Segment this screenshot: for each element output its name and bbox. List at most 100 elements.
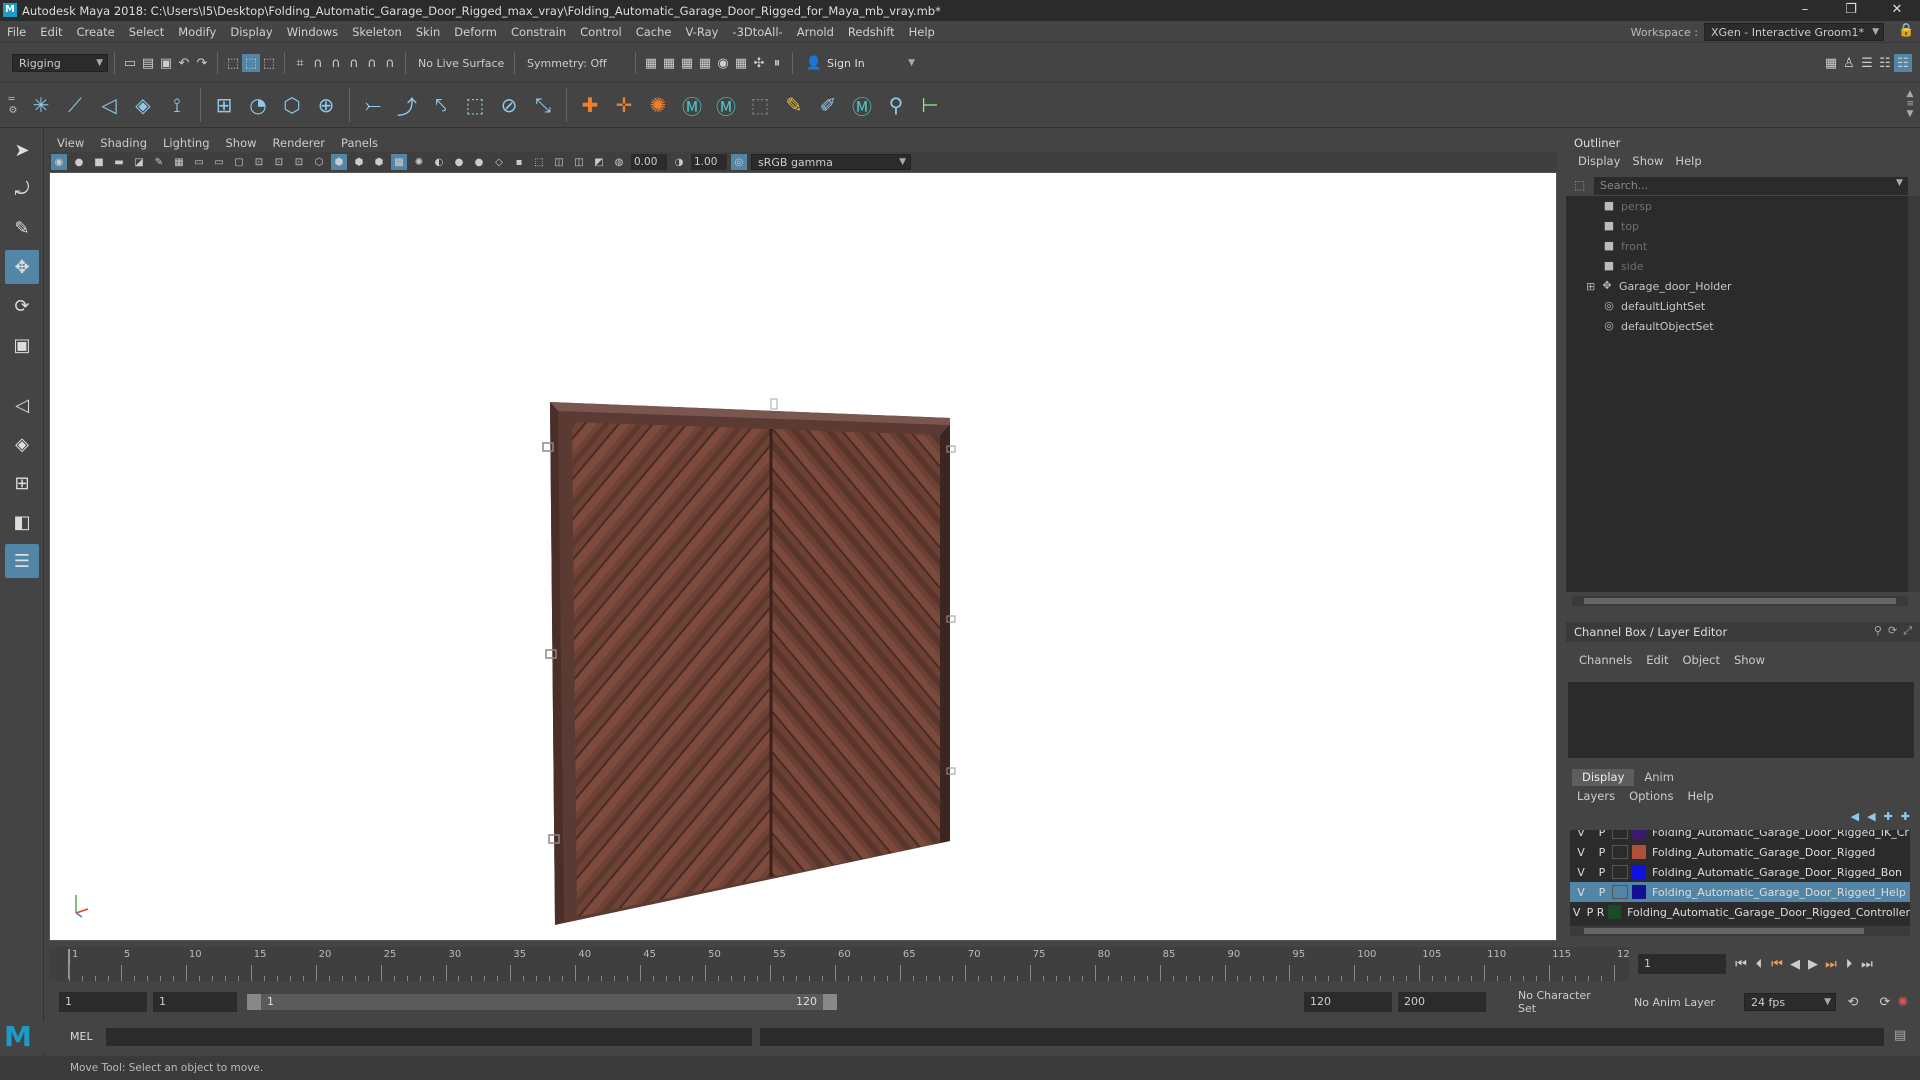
smooth-weights-icon[interactable]: ✐ <box>814 91 842 119</box>
expand-icon[interactable]: ⊞ <box>1586 280 1600 293</box>
render-settings-icon[interactable]: ▦ <box>696 54 714 72</box>
locator-joint-icon[interactable]: ✛ <box>610 91 638 119</box>
outliner-hscrollbar[interactable] <box>1572 596 1908 606</box>
channel-menu-channels[interactable]: Channels <box>1572 653 1639 667</box>
list-item[interactable]: ◎ defaultLightSet <box>1566 296 1908 316</box>
outliner-menu-display[interactable]: Display <box>1572 154 1626 168</box>
layer-menu-help[interactable]: Help <box>1680 789 1720 803</box>
script-editor-icon[interactable]: ▤ <box>1894 1028 1906 1043</box>
anim-start-field[interactable]: 1 <box>153 992 237 1012</box>
live-surface-field[interactable]: No Live Surface <box>412 54 508 72</box>
aim-constraint-icon[interactable]: ⊘ <box>495 91 523 119</box>
new-scene-icon[interactable]: ▭ <box>121 54 139 72</box>
image-plane-icon[interactable]: ▬ <box>111 154 127 170</box>
new-layer-selected-icon[interactable]: ✚ <box>1901 810 1910 823</box>
viewport-menu-view[interactable]: View <box>49 136 92 150</box>
cluster-icon[interactable]: ⊞ <box>210 91 238 119</box>
float-panel-icon[interactable]: ⤢ <box>1903 624 1912 638</box>
skeleton-icon[interactable]: ✺ <box>644 91 672 119</box>
layer-color-swatch[interactable] <box>1632 865 1646 879</box>
safe-action-icon[interactable]: ⊡ <box>271 154 287 170</box>
move-tool-icon[interactable]: ✥ <box>5 250 39 284</box>
tab-anim[interactable]: Anim <box>1634 769 1684 786</box>
lights-icon[interactable]: ✺ <box>411 154 427 170</box>
smooth-shade-icon[interactable]: ⬢ <box>331 154 347 170</box>
xray-icon[interactable]: ◫ <box>551 154 567 170</box>
menu-edit[interactable]: Edit <box>33 25 69 39</box>
menu-constrain[interactable]: Constrain <box>504 25 573 39</box>
grease-pencil-icon[interactable]: ✎ <box>151 154 167 170</box>
tab-display[interactable]: Display <box>1572 769 1635 786</box>
scale-constraint-icon[interactable]: ⬚ <box>461 91 489 119</box>
shadows-icon[interactable]: ◐ <box>431 154 447 170</box>
resolution-gate-icon[interactable]: ▭ <box>211 154 227 170</box>
outliner-search-input[interactable]: Search... <box>1594 177 1908 195</box>
channel-box-toggle-icon[interactable]: ☷ <box>1894 54 1912 72</box>
set-key-icon[interactable]: ⊢ <box>916 91 944 119</box>
menu-skin[interactable]: Skin <box>409 25 447 39</box>
list-item[interactable]: ⊞ ✥ Garage_door_Holder <box>1566 276 1908 296</box>
select-hierarchy-icon[interactable]: ⬚ <box>224 54 242 72</box>
ik-handle-icon[interactable]: ⟋ <box>61 91 89 119</box>
menu-file[interactable]: File <box>0 25 33 39</box>
snap-curve-icon[interactable]: ∩ <box>309 54 327 72</box>
two-view-icon[interactable]: ◧ <box>5 505 39 539</box>
chevron-down-icon[interactable]: ▼ <box>1896 178 1903 188</box>
list-item[interactable]: ■ side <box>1566 256 1908 276</box>
current-frame-field[interactable]: 1 <box>1638 954 1726 974</box>
hik-source-icon[interactable]: Ⓜ <box>848 91 876 119</box>
workspace-dropdown[interactable]: XGen - Interactive Groom1* ▼ <box>1704 23 1884 41</box>
quick-layout-icon[interactable]: ◈ <box>5 427 39 461</box>
ik-spline-icon[interactable]: ◁ <box>95 91 123 119</box>
gate-mask-icon[interactable]: ▢ <box>231 154 247 170</box>
gamma-icon[interactable]: ◑ <box>671 154 687 170</box>
default-material-icon[interactable]: ⬢ <box>351 154 367 170</box>
outliner-menu-show[interactable]: Show <box>1626 154 1669 168</box>
viewport-menu-panels[interactable]: Panels <box>333 136 386 150</box>
anti-aliasing-icon[interactable]: ◇ <box>491 154 507 170</box>
viewport-menu-renderer[interactable]: Renderer <box>265 136 334 150</box>
isolate-select-icon[interactable]: ⬚ <box>531 154 547 170</box>
step-forward-key-icon[interactable]: ⏭ <box>1822 955 1840 973</box>
sign-in-dropdown[interactable]: 👤 Sign In ▼ <box>805 53 919 73</box>
layer-hscrollbar[interactable] <box>1570 926 1910 936</box>
viewport-menu-shading[interactable]: Shading <box>92 136 155 150</box>
channel-box-icon[interactable]: ⚲ <box>1874 624 1882 638</box>
refresh-icon[interactable]: ⟳ <box>1888 624 1897 638</box>
list-item[interactable]: ◎ defaultObjectSet <box>1566 316 1908 336</box>
paint-select-icon[interactable]: ✎ <box>5 211 39 245</box>
joint-orient-icon[interactable]: ⟟ <box>163 91 191 119</box>
select-component-icon[interactable]: ⬚ <box>260 54 278 72</box>
hik-control-icon[interactable]: Ⓜ <box>712 91 740 119</box>
channel-menu-object[interactable]: Object <box>1676 653 1727 667</box>
snap-grid-icon[interactable]: ⌗ <box>291 54 309 72</box>
anim-end-field[interactable]: 200 <box>1398 992 1486 1012</box>
channel-menu-edit[interactable]: Edit <box>1639 653 1675 667</box>
locator-icon[interactable]: ✚ <box>576 91 604 119</box>
motion-blur-icon[interactable]: ● <box>471 154 487 170</box>
menu-control[interactable]: Control <box>573 25 629 39</box>
menu-redshift[interactable]: Redshift <box>841 25 902 39</box>
restore-button[interactable]: ❐ <box>1828 0 1874 21</box>
four-view-icon[interactable]: ⊞ <box>5 466 39 500</box>
textured-icon[interactable]: ▩ <box>391 154 407 170</box>
range-start-handle[interactable] <box>247 994 261 1010</box>
exposure-icon[interactable]: ◍ <box>611 154 627 170</box>
select-camera-icon[interactable]: ◉ <box>51 154 67 170</box>
select-object-icon[interactable]: ⬚ <box>242 54 260 72</box>
hik-character-icon[interactable]: Ⓜ <box>678 91 706 119</box>
ambient-occlusion-icon[interactable]: ● <box>451 154 467 170</box>
grid-icon[interactable]: ▦ <box>171 154 187 170</box>
orient-constraint-icon[interactable]: ⤣ <box>427 91 455 119</box>
auto-key-icon[interactable]: ⟳ <box>1876 993 1894 1011</box>
view-transform-dropdown[interactable]: sRGB gamma ▼ <box>751 154 911 170</box>
wireframe-on-shaded-icon[interactable]: ⬢ <box>371 154 387 170</box>
move-layer-up-icon[interactable]: ◀ <box>1851 810 1859 823</box>
time-slider[interactable]: 1 5 10 15 20 25 30 35 40 45 50 55 60 65 70 75 80 85 90 95 10… <box>49 947 1636 981</box>
modeling-toolkit-icon[interactable]: ▦ <box>1822 54 1840 72</box>
field-chart-icon[interactable]: ⊡ <box>251 154 267 170</box>
menu-vray[interactable]: V-Ray <box>678 25 725 39</box>
list-item[interactable]: ■ persp <box>1566 196 1908 216</box>
symmetry-dropdown[interactable]: Symmetry: Off <box>521 54 629 72</box>
rotate-tool-icon[interactable]: ⟳ <box>5 289 39 323</box>
